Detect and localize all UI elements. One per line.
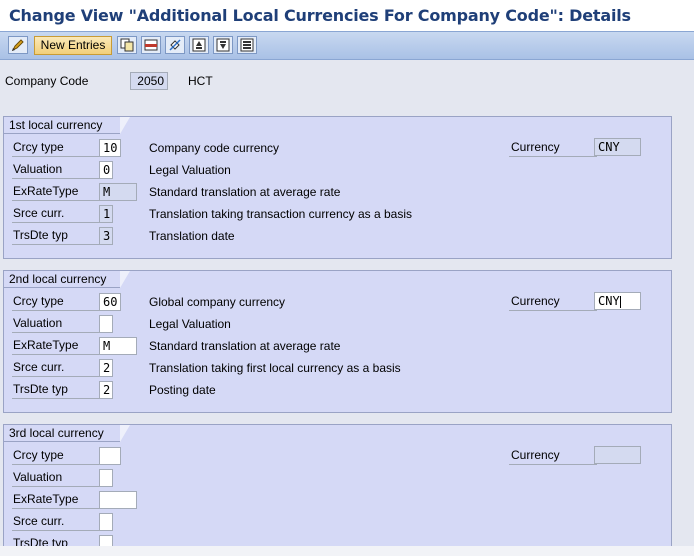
srce-curr-field[interactable]: 1: [99, 205, 113, 223]
exratetype-field[interactable]: M: [99, 337, 137, 355]
trsdte-typ-desc: Posting date: [149, 383, 216, 397]
exratetype-desc: Standard translation at average rate: [149, 339, 341, 353]
group-2nd-local-currency: 2nd local currency Crcy type 60 Global c…: [3, 270, 672, 413]
currency-field[interactable]: CNY: [594, 292, 641, 310]
exratetype-label: ExRateType: [12, 337, 100, 355]
status-bar: [0, 546, 694, 556]
group-3rd-local-currency: 3rd local currency Crcy type Valuation E…: [3, 424, 672, 556]
currency-field[interactable]: CNY: [594, 138, 641, 156]
application-toolbar: New Entries: [0, 31, 694, 60]
srce-curr-field[interactable]: [99, 513, 113, 531]
next-entry-icon[interactable]: [213, 36, 233, 54]
group-title: 2nd local currency: [4, 271, 130, 288]
company-code-label: Company Code: [5, 74, 89, 88]
crcy-type-field[interactable]: 10: [99, 139, 121, 157]
crcy-type-desc: Company code currency: [149, 141, 280, 155]
crcy-type-label: Crcy type: [12, 139, 100, 157]
page-title: Change View "Additional Local Currencies…: [9, 6, 631, 25]
display-change-icon[interactable]: [8, 36, 28, 54]
srce-curr-desc: Translation taking first local currency …: [149, 361, 401, 375]
title-bar: Change View "Additional Local Currencies…: [0, 0, 694, 31]
undo-change-icon[interactable]: [165, 36, 185, 54]
currency-label: Currency: [509, 139, 597, 157]
company-code-field[interactable]: 2050: [130, 72, 168, 90]
trsdte-typ-field[interactable]: 3: [99, 227, 113, 245]
new-entries-button[interactable]: New Entries: [34, 36, 112, 55]
srce-curr-field[interactable]: 2: [99, 359, 113, 377]
srce-curr-desc: Translation taking transaction currency …: [149, 207, 413, 221]
valuation-field[interactable]: 0: [99, 161, 113, 179]
valuation-label: Valuation: [12, 315, 100, 333]
srce-curr-label: Srce curr.: [12, 513, 100, 531]
srce-curr-label: Srce curr.: [12, 359, 100, 377]
currency-label: Currency: [509, 293, 597, 311]
main-content: Company Code 2050 HCT 1st local currency…: [0, 60, 694, 556]
select-all-icon[interactable]: [237, 36, 257, 54]
group-title: 1st local currency: [4, 117, 130, 134]
valuation-label: Valuation: [12, 469, 100, 487]
valuation-field[interactable]: [99, 315, 113, 333]
previous-entry-icon[interactable]: [189, 36, 209, 54]
crcy-type-label: Crcy type: [12, 447, 100, 465]
crcy-type-label: Crcy type: [12, 293, 100, 311]
trsdte-typ-desc: Translation date: [149, 229, 235, 243]
currency-value: CNY: [598, 294, 620, 308]
exratetype-desc: Standard translation at average rate: [149, 185, 341, 199]
trsdte-typ-label: TrsDte typ: [12, 381, 100, 399]
exratetype-label: ExRateType: [12, 183, 100, 201]
crcy-type-desc: Global company currency: [149, 295, 286, 309]
srce-curr-label: Srce curr.: [12, 205, 100, 223]
text-cursor: [619, 295, 621, 308]
crcy-type-field[interactable]: 60: [99, 293, 121, 311]
currency-label: Currency: [509, 447, 597, 465]
exratetype-field[interactable]: M: [99, 183, 137, 201]
crcy-type-field[interactable]: [99, 447, 121, 465]
trsdte-typ-field[interactable]: 2: [99, 381, 113, 399]
currency-field[interactable]: [594, 446, 641, 464]
copy-as-icon[interactable]: [117, 36, 137, 54]
company-name: HCT: [188, 74, 213, 88]
trsdte-typ-label: TrsDte typ: [12, 227, 100, 245]
exratetype-field[interactable]: [99, 491, 137, 509]
group-1st-local-currency: 1st local currency Crcy type 10 Company …: [3, 116, 672, 259]
group-title: 3rd local currency: [4, 425, 130, 442]
valuation-field[interactable]: [99, 469, 113, 487]
valuation-desc: Legal Valuation: [149, 317, 231, 331]
exratetype-label: ExRateType: [12, 491, 100, 509]
valuation-desc: Legal Valuation: [149, 163, 231, 177]
delete-icon[interactable]: [141, 36, 161, 54]
valuation-label: Valuation: [12, 161, 100, 179]
